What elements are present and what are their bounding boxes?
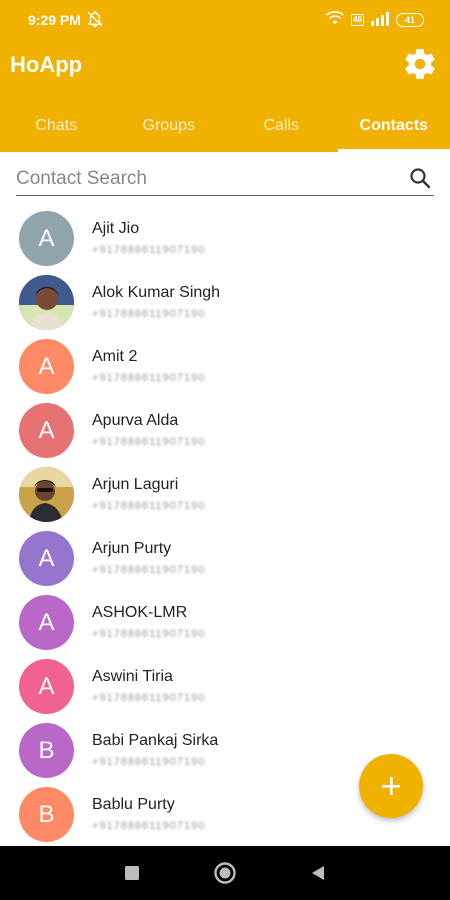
contact-phone: +917886611907190 <box>92 692 206 704</box>
contact-name: Alok Kumar Singh <box>92 284 221 301</box>
tab-bar: Chats Groups Calls Contacts <box>0 100 450 152</box>
avatar: B <box>19 787 74 842</box>
profile-photo <box>19 275 74 330</box>
contact-item[interactable]: A Amit 2 +917886611907190 <box>0 334 450 398</box>
avatar: A <box>19 531 74 586</box>
contact-item[interactable]: A Aswini Tiria +917886611907190 <box>0 654 450 718</box>
plus-icon[interactable] <box>380 775 402 797</box>
contact-name: Aswini Tiria <box>92 668 173 685</box>
contact-name: Arjun Laguri <box>92 476 179 493</box>
system-nav-bar <box>0 846 450 900</box>
avatar <box>19 467 74 522</box>
contact-name: Bablu Purty <box>92 796 175 813</box>
contact-phone: +917886611907190 <box>92 500 206 512</box>
contact-item[interactable]: A Apurva Alda +917886611907190 <box>0 398 450 462</box>
avatar: A <box>19 595 74 650</box>
signal-icon <box>370 10 390 31</box>
gear-icon[interactable] <box>402 46 438 82</box>
tab-contacts[interactable]: Contacts <box>337 100 450 152</box>
contact-name: Amit 2 <box>92 348 138 365</box>
contact-phone: +917886611907190 <box>92 820 206 832</box>
contact-phone: +917886611907190 <box>92 308 206 320</box>
contact-phone: +917886611907190 <box>92 756 206 768</box>
contact-phone: +917886611907190 <box>92 372 206 384</box>
settings-button[interactable] <box>400 44 440 84</box>
back-button[interactable] <box>305 860 331 886</box>
triangle-back-icon[interactable] <box>309 864 327 882</box>
tab-calls[interactable]: Calls <box>225 100 338 152</box>
status-indicators: 46 41 <box>325 10 424 30</box>
contact-name: Arjun Purty <box>92 540 172 557</box>
avatar: B <box>19 723 74 778</box>
contact-name: Ajit Jio <box>92 220 140 237</box>
contact-phone: +917886611907190 <box>92 628 206 640</box>
avatar: A <box>19 211 74 266</box>
contact-name: Babi Pankaj Sirka <box>92 732 219 749</box>
contact-name: ASHOK-LMR <box>92 604 188 621</box>
contact-item[interactable]: A Arjun Purty +917886611907190 <box>0 526 450 590</box>
contact-phone: +917886611907190 <box>92 436 206 448</box>
app-header: 9:29 PM 46 41 HoApp Chats Groups Calls C… <box>0 0 450 152</box>
tab-groups[interactable]: Groups <box>113 100 226 152</box>
add-contact-button[interactable] <box>359 754 423 818</box>
status-time: 9:29 PM <box>28 12 81 28</box>
avatar: A <box>19 339 74 394</box>
avatar <box>19 275 74 330</box>
avatar: A <box>19 659 74 714</box>
circle-icon[interactable] <box>213 861 237 885</box>
contact-item[interactable]: Arjun Laguri +917886611907190 <box>0 462 450 526</box>
contact-list: A Ajit Jio +917886611907190 Alok Kumar S… <box>0 206 450 846</box>
status-bar: 9:29 PM 46 41 <box>0 0 450 40</box>
search-icon[interactable] <box>408 166 432 190</box>
contact-search-input[interactable] <box>16 164 396 194</box>
recents-button[interactable] <box>119 860 145 886</box>
tab-chats[interactable]: Chats <box>0 100 113 152</box>
sim-badge: 46 <box>351 14 364 26</box>
bell-off-icon <box>86 10 104 28</box>
profile-photo <box>19 467 74 522</box>
battery-icon: 41 <box>396 13 424 27</box>
wifi-icon <box>325 10 345 31</box>
contact-item[interactable]: A ASHOK-LMR +917886611907190 <box>0 590 450 654</box>
home-button[interactable] <box>212 860 238 886</box>
avatar: A <box>19 403 74 458</box>
contact-phone: +917886611907190 <box>92 564 206 576</box>
contact-search-bar <box>16 160 434 196</box>
contact-phone: +917886611907190 <box>92 244 206 256</box>
contact-item[interactable]: A Ajit Jio +917886611907190 <box>0 206 450 270</box>
app-title: HoApp <box>10 52 83 77</box>
contact-name: Apurva Alda <box>92 412 179 429</box>
square-icon[interactable] <box>124 865 140 881</box>
contact-item[interactable]: Alok Kumar Singh +917886611907190 <box>0 270 450 334</box>
